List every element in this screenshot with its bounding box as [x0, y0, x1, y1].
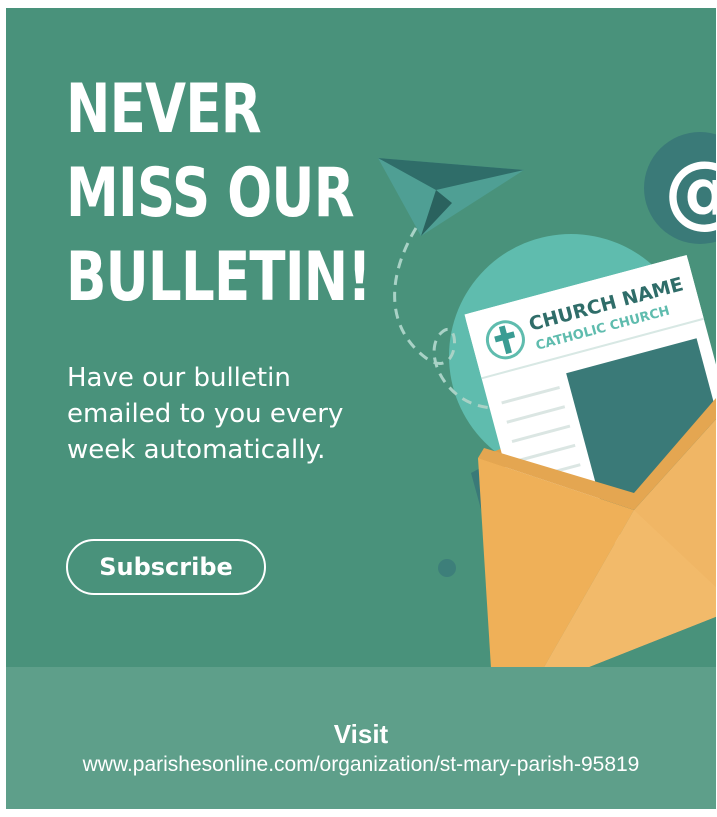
description-line-1: Have our bulletin: [67, 363, 291, 393]
newsletter-illustration: @ CHURCH NAME CATHOLIC CHURCH: [378, 132, 716, 690]
envelope-icon: CHURCH NAME CATHOLIC CHURCH: [464, 255, 716, 690]
at-sign-icon: @: [644, 132, 716, 244]
headline-line-1: NEVER: [66, 70, 262, 149]
description-line-3: week automatically.: [67, 435, 326, 465]
headline-line-3: BULLETIN!: [66, 238, 372, 317]
website-link[interactable]: www.parishesonline.com/organization/st-m…: [6, 752, 716, 778]
headline-line-2: MISS OUR: [66, 154, 355, 233]
headline: NEVER MISS OUR BULLETIN!: [66, 68, 372, 320]
paper-plane-icon: [378, 158, 524, 236]
bulletin-promo-card: NEVER MISS OUR BULLETIN! Have our bullet…: [6, 8, 716, 809]
description: Have our bulletin emailed to you every w…: [67, 360, 387, 468]
decor-dot: [438, 559, 456, 577]
at-sign-glyph: @: [664, 144, 716, 237]
subscribe-button[interactable]: Subscribe: [66, 539, 266, 595]
visit-label: Visit: [333, 719, 389, 749]
description-line-2: emailed to you every: [67, 399, 344, 429]
